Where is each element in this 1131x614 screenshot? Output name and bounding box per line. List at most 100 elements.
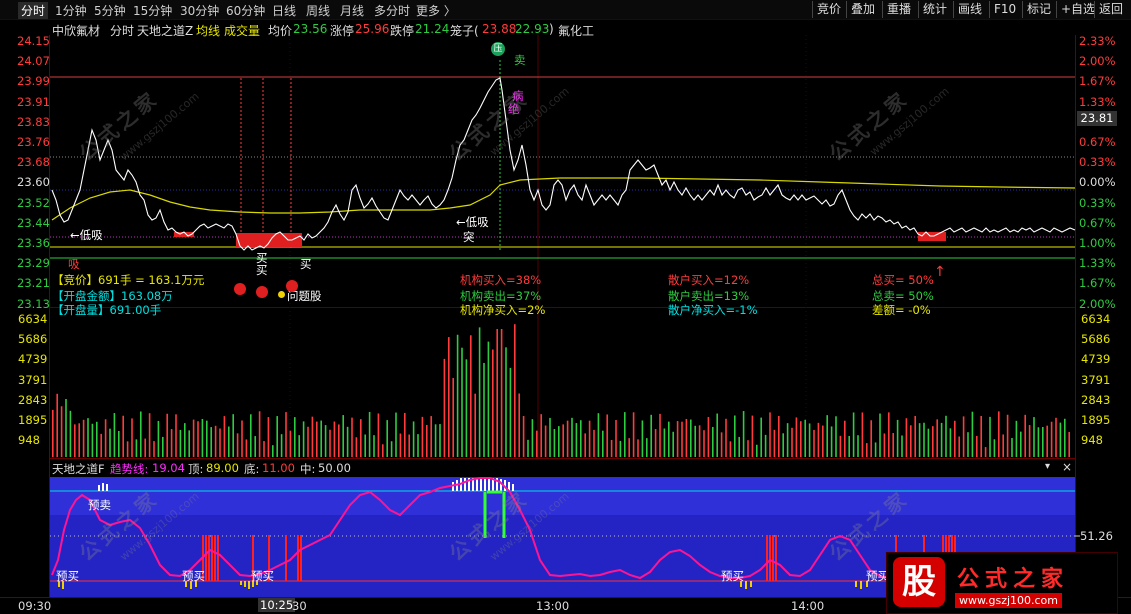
price-tick: 23.29 (17, 256, 50, 271)
sub-right-value: 51.26 (1080, 529, 1113, 543)
volume-bar (192, 419, 195, 457)
volume-bar (505, 347, 507, 457)
volume-bar (962, 416, 965, 457)
mid-value: 50.00 (318, 461, 351, 475)
volume-bar (342, 415, 344, 457)
volume-bar (580, 420, 582, 457)
volume-bar (571, 417, 573, 457)
volume-bar (958, 436, 960, 457)
volume-bar (461, 347, 463, 457)
red-circle-icon (234, 283, 246, 295)
volume-bar (126, 441, 129, 457)
price-tick: 24.15 (17, 34, 50, 48)
volume-bar (870, 420, 872, 457)
volume-bar (153, 441, 155, 457)
volume-bar (663, 428, 666, 457)
trend-label: 趋势线: (110, 462, 149, 476)
pct-tick: 2.00% (1079, 296, 1116, 311)
volume-bar (210, 427, 212, 457)
volume-bar (945, 415, 947, 457)
volume-bar (87, 418, 89, 457)
red-circle-icon (256, 286, 268, 298)
auction-volume: 【开盘量】691.00手 (52, 303, 162, 317)
pct-tick: 0.00% (1079, 175, 1116, 190)
volume-bar (74, 424, 76, 457)
volume-bar (668, 421, 670, 457)
close-icon[interactable]: × (1062, 460, 1072, 474)
volume-bar (896, 419, 899, 457)
time-cursor: 10:25 (258, 598, 296, 612)
volume-tick: 1895 (1081, 413, 1111, 427)
volume-bar (509, 367, 512, 457)
volume-bar (892, 433, 894, 457)
signal-bar (297, 535, 299, 581)
volume-bar (184, 423, 186, 457)
time-0930: 09:30 (18, 599, 52, 613)
volume-bar (1033, 417, 1035, 457)
sanhu-net: 散户净买入=-1% (668, 303, 758, 317)
volume-bar (747, 440, 749, 457)
volume-bar (527, 439, 529, 457)
volume-bar (104, 419, 107, 457)
signal-bar (217, 535, 219, 581)
volume-bar (452, 378, 454, 457)
volume-bar (65, 399, 67, 457)
dropdown-icon[interactable]: ▾ (1045, 461, 1050, 472)
volume-bar (888, 412, 890, 457)
volume-bar (56, 393, 58, 457)
volume-bar (91, 423, 94, 457)
volume-bar (1006, 414, 1009, 457)
volume-bar (1055, 417, 1057, 457)
volume-bar (690, 419, 692, 457)
time-1400: 14:00 (791, 599, 825, 613)
volume-bar (1059, 422, 1062, 457)
volume-bar (1037, 427, 1040, 457)
volume-bar (412, 421, 415, 457)
volume-bar (712, 426, 714, 457)
volume-tick: 3791 (1081, 372, 1111, 387)
volume-bar (703, 430, 705, 457)
volume-bar (448, 337, 450, 457)
label-xi: 吸 (68, 257, 80, 271)
label-mai-3: 买 (300, 257, 312, 271)
volume-bar (346, 426, 349, 457)
volume-bar (254, 436, 256, 457)
volume-bar (918, 423, 921, 457)
red-circle-icon (286, 280, 298, 292)
price-tick: 23.36 (17, 236, 50, 250)
volume-bar (373, 435, 375, 457)
volume-bar (386, 420, 388, 457)
volume-bar (584, 433, 586, 457)
volume-bar (879, 413, 881, 457)
volume-bar (588, 420, 591, 457)
volume-bar (188, 430, 190, 457)
volume-bar (954, 420, 956, 457)
volume-bar (760, 417, 762, 457)
volume-tick: 4739 (1081, 352, 1111, 367)
volume-bar (804, 419, 806, 457)
signal-bar (300, 535, 302, 581)
volume-bar (289, 430, 292, 457)
volume-tick: 1895 (18, 413, 48, 427)
logo-text: 公式之家 (957, 567, 1070, 592)
pct-tick: 1.33% (1079, 256, 1116, 271)
signal-bar (244, 581, 246, 587)
signal-bar (248, 581, 250, 589)
bottom-value: 11.00 (262, 461, 295, 475)
volume-bar (646, 438, 648, 457)
volume-bar (830, 426, 833, 457)
bottom-label: 底: (244, 462, 260, 476)
volume-bar (562, 424, 564, 457)
volume-bar (531, 419, 534, 457)
volume-bar (333, 421, 336, 457)
sub-panel-name[interactable]: 天地之道F (52, 461, 105, 477)
volume-bar (874, 442, 877, 457)
volume-bar (219, 428, 221, 457)
volume-bar (82, 419, 85, 457)
volume-bar (813, 429, 815, 457)
volume-bar (553, 428, 556, 457)
volume-bar (417, 434, 419, 457)
volume-bar (716, 413, 718, 457)
volume-bar (927, 428, 930, 457)
volume-bar (355, 437, 358, 457)
